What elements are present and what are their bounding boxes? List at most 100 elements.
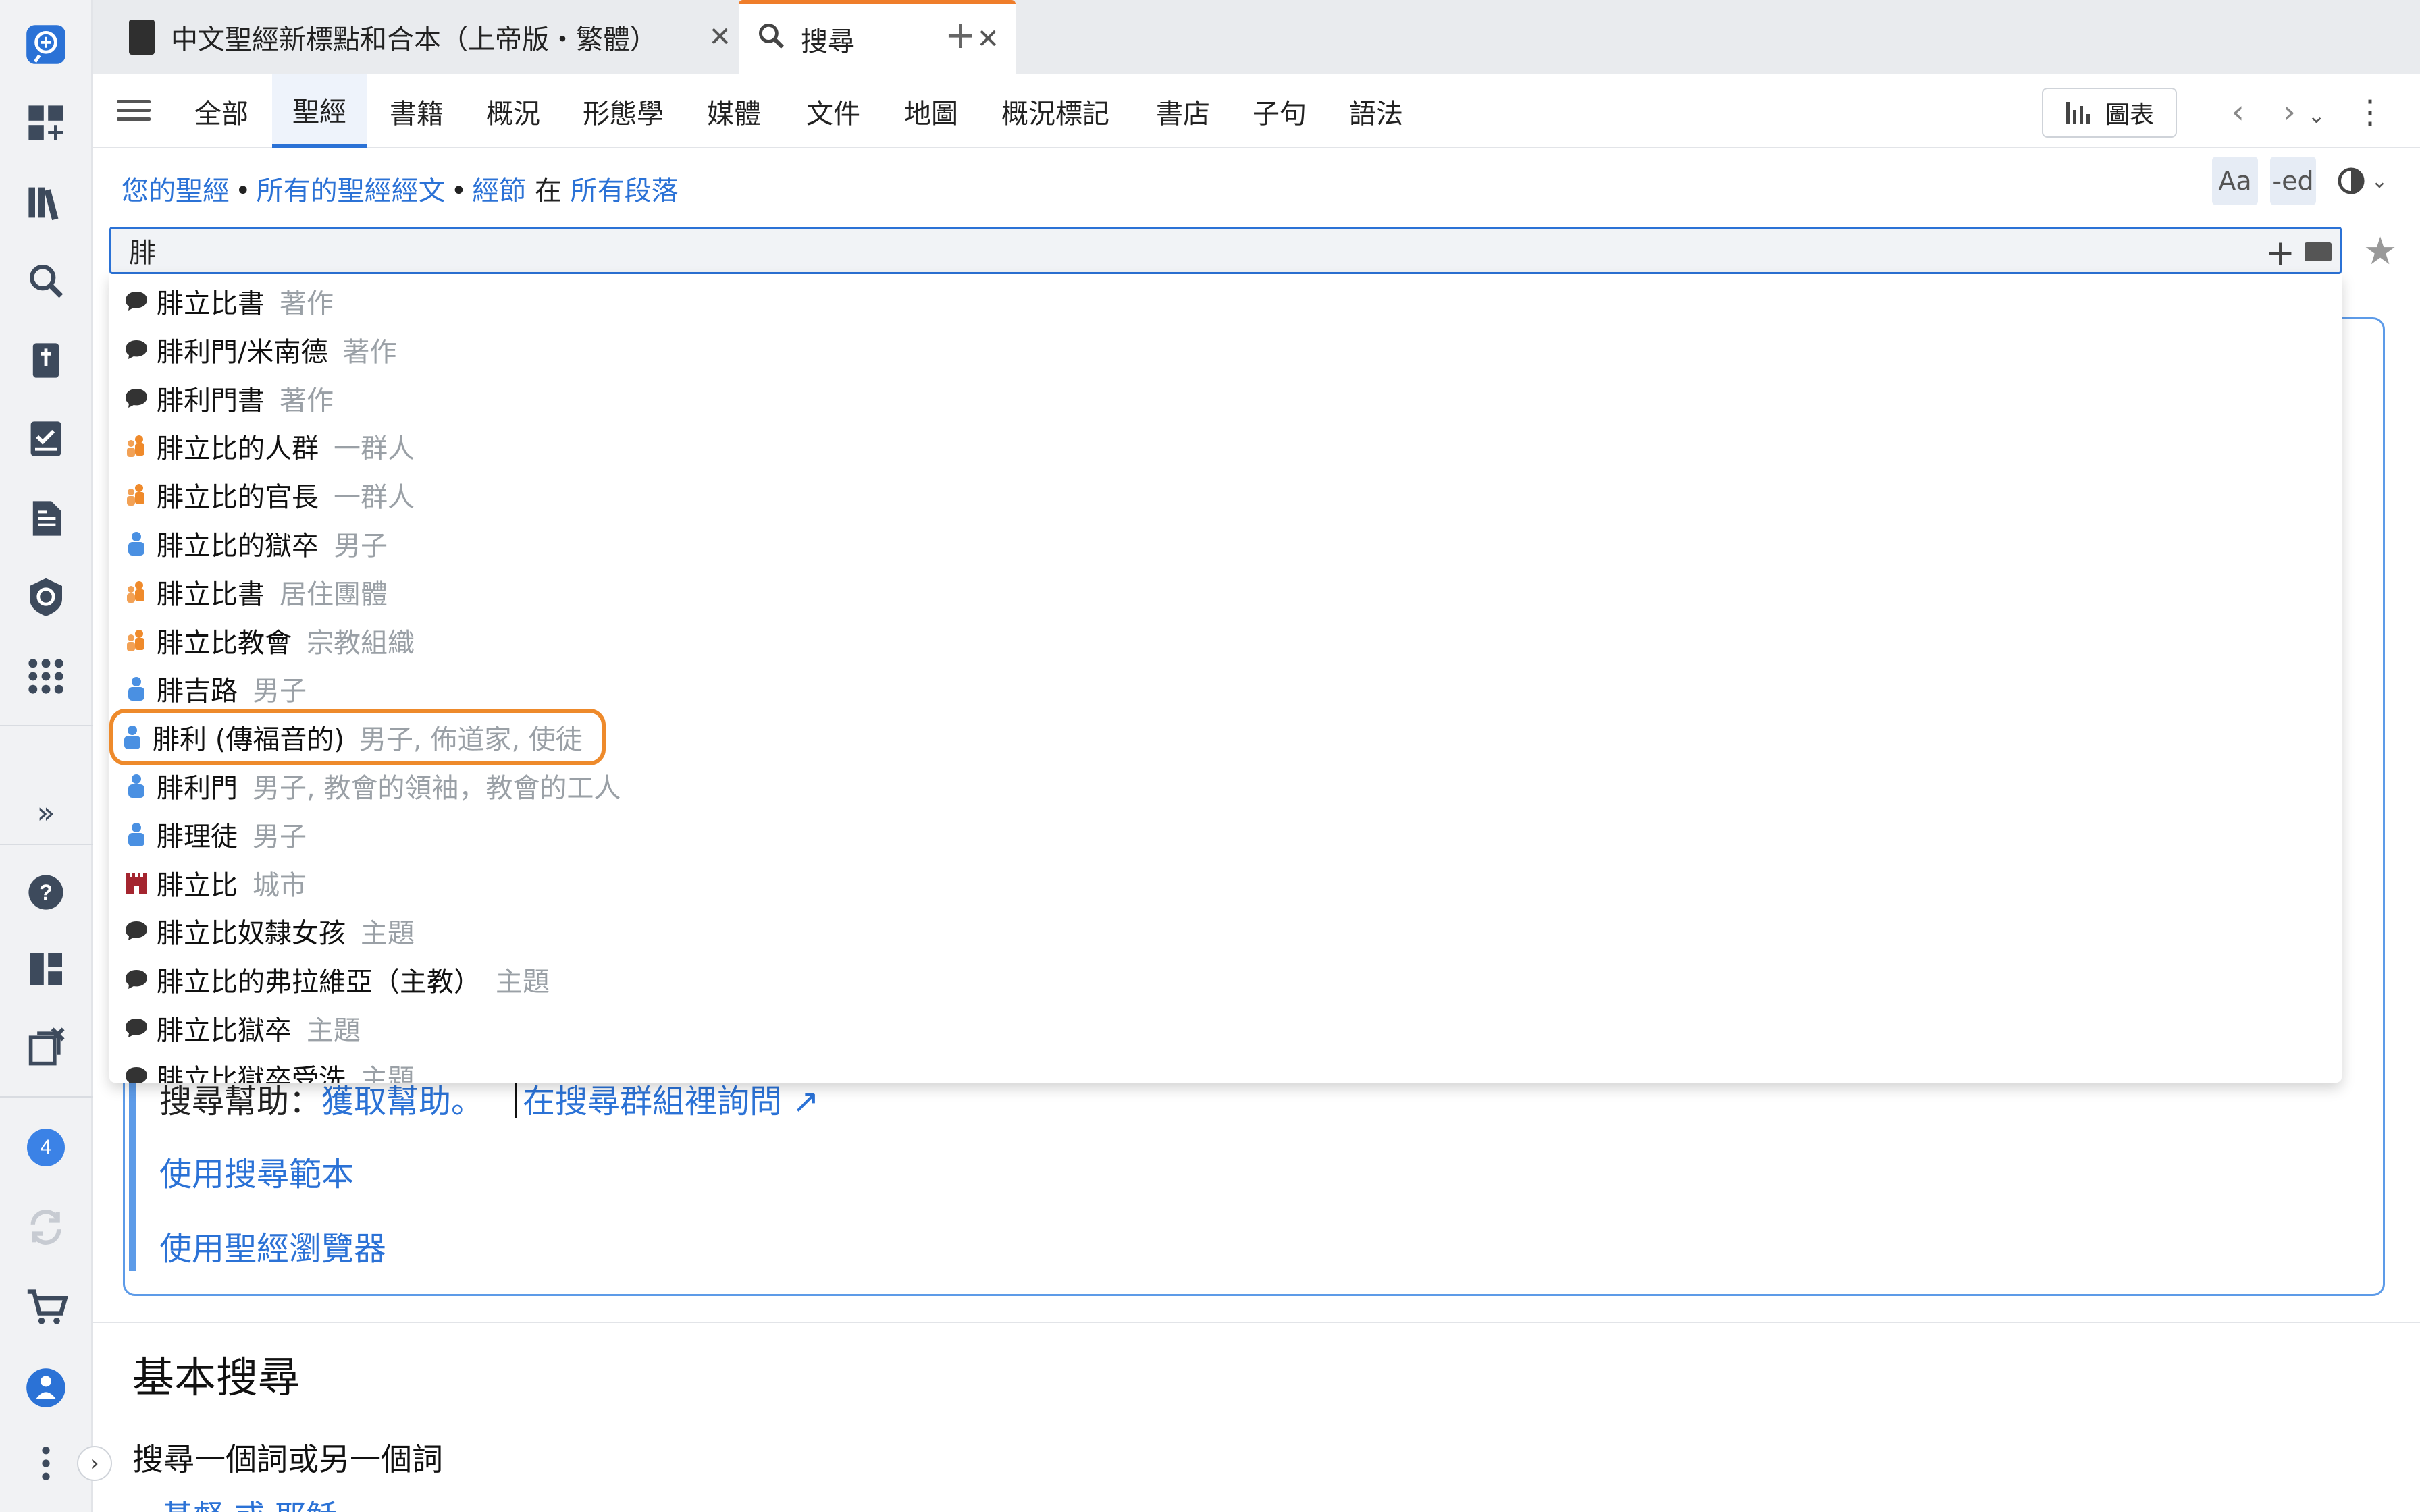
logos-home-icon[interactable] xyxy=(22,20,70,69)
tab-media[interactable]: 媒體 xyxy=(707,74,761,148)
suggestion-item[interactable]: 腓立比的弗拉維亞（主教） 主題 xyxy=(123,955,550,1004)
suggestion-kind: 著作 xyxy=(342,337,397,368)
tab-all[interactable]: 全部 xyxy=(194,74,248,148)
back-icon[interactable]: ‹ xyxy=(2232,93,2244,131)
speech-bubble-icon xyxy=(123,1063,150,1083)
suggestion-item[interactable]: 腓立比的人群 一群人 xyxy=(123,422,415,470)
scope-verses-link[interactable]: 經節 xyxy=(472,176,526,207)
basic-search-subheading: 搜尋一個詞或另一個詞 xyxy=(132,1441,443,1478)
help-icon[interactable]: ? xyxy=(22,868,70,917)
tab-books[interactable]: 書籍 xyxy=(390,74,444,148)
chart-button[interactable]: 圖表 xyxy=(2042,88,2177,138)
suggestion-item[interactable]: 腓立比教會 宗教組織 xyxy=(123,616,415,665)
keyboard-icon[interactable] xyxy=(2305,242,2332,261)
tab-factbook-tags[interactable]: 概況標記 xyxy=(1001,74,1109,148)
tab-bible[interactable]: 中文聖經新標點和合本（上帝版・繁體） ✕ xyxy=(113,0,747,74)
scope-range-link[interactable]: 所有段落 xyxy=(571,176,679,207)
add-tab-button[interactable]: + xyxy=(945,14,976,57)
suggestion-name: 腓利 (傳福音的) xyxy=(153,724,344,755)
account-icon[interactable] xyxy=(22,1364,70,1412)
bible-browser-link[interactable]: 使用聖經瀏覽器 xyxy=(159,1222,386,1269)
group-icon xyxy=(123,578,150,605)
suggestion-kind: 主題 xyxy=(307,1015,361,1046)
speech-bubble-icon xyxy=(123,385,150,412)
group-icon xyxy=(123,433,150,460)
suggestion-item[interactable]: 腓立比書 著作 xyxy=(123,277,334,325)
library-icon[interactable] xyxy=(22,178,70,227)
inflection-toggle-button[interactable]: -ed xyxy=(2270,157,2316,205)
search-icon[interactable] xyxy=(22,256,70,305)
suggestion-item[interactable]: 腓利門/米南德 著作 xyxy=(123,325,396,374)
suggestion-item[interactable]: 腓立比書 居住團體 xyxy=(123,568,388,616)
panel-menu-icon[interactable]: ⋮ xyxy=(2354,93,2386,131)
close-tab-icon[interactable]: ✕ xyxy=(976,24,999,55)
expand-panel-icon[interactable]: › xyxy=(77,1446,112,1481)
layouts-icon[interactable] xyxy=(22,945,70,994)
font-toggle-button[interactable]: Aa xyxy=(2212,157,2258,205)
suggestion-item-selected[interactable]: 腓利 (傳福音的) 男子, 佈道家, 使徒 xyxy=(109,709,606,765)
cart-icon[interactable] xyxy=(22,1282,70,1331)
tab-clause[interactable]: 子句 xyxy=(1253,74,1307,148)
tab-label: 搜尋 xyxy=(801,26,855,57)
add-term-icon[interactable]: + xyxy=(2265,233,2295,273)
sync-icon[interactable] xyxy=(22,1203,70,1251)
history-dropdown-icon[interactable]: ⌄ xyxy=(2307,103,2325,128)
suggestion-item[interactable]: 腓立比 城市 xyxy=(123,859,307,907)
suggestion-kind: 男子 xyxy=(253,821,307,853)
tab-factbook[interactable]: 概況 xyxy=(486,74,540,148)
suggestion-item[interactable]: 腓立比的官長 一群人 xyxy=(123,470,415,519)
suggestion-name: 腓立比的獄卒 xyxy=(157,531,319,562)
suggestion-kind: 主題 xyxy=(361,918,415,949)
scope-bibles-link[interactable]: 您的聖經 xyxy=(122,176,230,207)
close-tab-icon[interactable]: ✕ xyxy=(708,22,731,53)
templates-link[interactable]: 使用搜尋範本 xyxy=(159,1148,354,1195)
forward-icon[interactable]: › xyxy=(2283,93,2296,131)
reading-plan-icon[interactable] xyxy=(22,414,70,463)
visual-filter-icon[interactable]: ⌄ xyxy=(2328,157,2396,205)
search-input[interactable]: 腓 + xyxy=(109,227,2342,274)
expand-rail-icon[interactable]: » xyxy=(22,788,70,837)
suggestion-item[interactable]: 腓吉路 男子 xyxy=(123,664,307,713)
dashboard-add-icon[interactable] xyxy=(22,99,70,147)
suggestion-item[interactable]: 腓立比奴隸女孩 主題 xyxy=(123,907,415,955)
hamburger-menu-icon[interactable] xyxy=(117,94,151,128)
suggestion-item[interactable]: 腓立比的獄卒 男子 xyxy=(123,519,388,568)
external-link-icon: ↗ xyxy=(792,1083,820,1120)
tab-bible-search[interactable]: 聖經 xyxy=(272,74,367,148)
suggestion-item[interactable]: 腓利門書 著作 xyxy=(123,374,334,423)
suggestion-kind: 宗教組織 xyxy=(307,628,415,659)
person-icon xyxy=(119,724,146,751)
suggestion-name: 腓立比 xyxy=(157,870,238,901)
tab-map[interactable]: 地圖 xyxy=(904,74,958,148)
tab-syntax[interactable]: 語法 xyxy=(1349,74,1403,148)
suggestion-kind: 城市 xyxy=(253,870,307,901)
tab-morph[interactable]: 形態學 xyxy=(583,74,664,148)
speech-bubble-icon xyxy=(123,966,150,993)
tab-store[interactable]: 書店 xyxy=(1156,74,1210,148)
suggestion-item[interactable]: 腓理徒 男子 xyxy=(123,810,307,859)
example-link[interactable]: 基督 或 耶穌 xyxy=(162,1492,337,1512)
get-help-link[interactable]: 獲取幫助。 xyxy=(321,1083,483,1120)
more-vertical-icon[interactable] xyxy=(22,1439,70,1488)
scope-in: 在 xyxy=(534,176,562,207)
scope-text-link[interactable]: 所有的聖經經文 xyxy=(257,176,446,207)
apps-grid-icon[interactable] xyxy=(22,652,70,701)
bible-icon[interactable] xyxy=(22,336,70,385)
suggestion-kind: 居住團體 xyxy=(280,579,388,610)
suggestion-item[interactable]: 腓利門 男子, 教會的領袖，教會的工人 xyxy=(123,761,621,810)
suggestion-kind: 著作 xyxy=(280,385,334,416)
tab-strip: 中文聖經新標點和合本（上帝版・繁體） ✕ 搜尋 ✕ + xyxy=(93,0,2420,74)
suggestion-name: 腓立比的人群 xyxy=(157,433,319,464)
tab-documents[interactable]: 文件 xyxy=(806,74,860,148)
suggestion-kind: 著作 xyxy=(280,288,334,319)
suggestion-item[interactable]: 腓立比獄卒受洗 主題 xyxy=(123,1052,415,1083)
notifications-badge[interactable]: 4 xyxy=(22,1123,70,1172)
suggestion-kind: 男子 xyxy=(334,531,388,562)
factbook-icon[interactable] xyxy=(22,572,70,621)
group-icon xyxy=(123,481,150,508)
search-scope: 您的聖經 • 所有的聖經經文 • 經節 在 所有段落 xyxy=(122,176,679,207)
close-panels-icon[interactable] xyxy=(22,1022,70,1071)
favorite-star-icon[interactable]: ★ xyxy=(2363,230,2397,273)
suggestion-item[interactable]: 腓立比獄卒 主題 xyxy=(123,1004,361,1052)
documents-icon[interactable] xyxy=(22,494,70,543)
